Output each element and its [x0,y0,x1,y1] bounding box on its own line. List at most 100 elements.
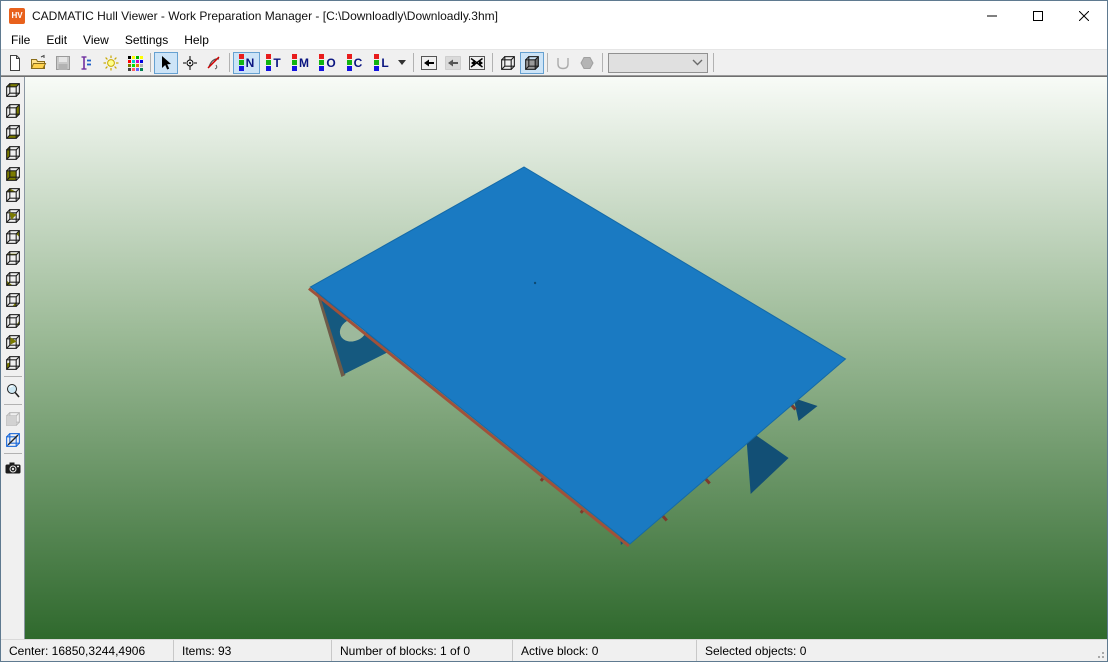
view-cube-bottom-button[interactable] [2,121,24,142]
toolbar-separator [150,53,151,72]
view-cube-right-icon [4,102,22,120]
resize-grip[interactable] [1095,649,1105,659]
combo-chevron-icon [692,59,703,66]
hexagon-icon-disabled [578,54,596,72]
toolbar-separator [602,53,603,72]
view-cube-edge-right-button[interactable] [2,310,24,331]
shaded-mode-side-button[interactable] [2,408,24,429]
stiffener-web [794,398,818,421]
display-l-label: L [381,56,388,70]
app-icon-text: HV [11,11,22,20]
arc-tool-button[interactable] [551,52,575,74]
view-cube-left-bottom-icon [4,354,22,372]
camera-icon [4,459,22,477]
wireframe-mode-button[interactable] [496,52,520,74]
menu-help[interactable]: Help [176,31,217,49]
display-o-button[interactable]: O [314,52,341,74]
previous-view-button[interactable] [417,52,441,74]
open-folder-icon [30,54,48,72]
toolbar: N T M O C L [1,50,1107,76]
display-m-button[interactable]: M [287,52,314,74]
view-cube-left-bottom-button[interactable] [2,352,24,373]
display-o-label: O [326,56,335,70]
view-cube-corner-ne-button[interactable] [2,226,24,247]
view-cube-right-button[interactable] [2,100,24,121]
display-t-label: T [273,56,280,70]
status-bar: Center: 16850,3244,4906 Items: 93 Number… [1,639,1107,661]
view-cube-top-left-icon [4,186,22,204]
zoom-button[interactable] [2,380,24,401]
center-view-button[interactable] [178,52,202,74]
fit-view-button[interactable] [465,52,489,74]
view-cube-iso-2-icon [4,333,22,351]
window-title: CADMATIC Hull Viewer - Work Preparation … [32,9,969,23]
item-tree-icon [78,54,96,72]
minimize-icon [987,11,997,21]
view-cube-corner-sw-button[interactable] [2,268,24,289]
view-cube-iso-button[interactable] [2,205,24,226]
save-file-button[interactable] [51,52,75,74]
magnifier-icon [4,382,22,400]
new-file-button[interactable] [3,52,27,74]
display-n-label: N [246,56,255,70]
display-n-button[interactable]: N [233,52,260,74]
save-disk-icon-disabled [54,54,72,72]
close-button[interactable] [1061,1,1107,30]
view-cube-iso-2-button[interactable] [2,331,24,352]
shaded-mode-button[interactable] [520,52,544,74]
view-cube-left-icon [4,144,22,162]
status-blocks: Number of blocks: 1 of 0 [331,640,512,661]
status-center: Center: 16850,3244,4906 [1,640,173,661]
chevron-down-icon [398,60,407,66]
rgb-stack-icon [347,54,352,71]
view-cube-left-button[interactable] [2,142,24,163]
close-icon [1079,11,1089,21]
sidebar-separator [4,404,22,405]
view-select-combobox[interactable] [608,53,708,73]
viewport-canvas[interactable] [25,77,1107,639]
status-active-block: Active block: 0 [512,640,696,661]
dimmed-left-arrow-icon [444,54,462,72]
display-c-button[interactable]: C [341,52,368,74]
measure-button[interactable] [202,52,226,74]
menu-file[interactable]: File [3,31,38,49]
rgb-stack-icon [266,54,271,71]
viewport-3d[interactable] [25,77,1107,639]
snapshot-button[interactable] [2,457,24,478]
view-cube-top-edge-button[interactable] [2,247,24,268]
view-cube-top-button[interactable] [2,79,24,100]
menu-view[interactable]: View [75,31,117,49]
hull-panel-model[interactable] [309,167,846,546]
select-cursor-button[interactable] [154,52,178,74]
display-m-label: M [299,56,309,70]
display-dropdown-button[interactable] [395,52,410,74]
maximize-icon [1033,11,1043,21]
rgb-stack-icon [239,54,244,71]
color-palette-icon [126,54,144,72]
view-cube-top-edge-icon [4,249,22,267]
wireframe-edit-button[interactable] [2,429,24,450]
view-cube-front-button[interactable] [2,163,24,184]
solid-tool-button[interactable] [575,52,599,74]
color-palette-button[interactable] [123,52,147,74]
view-cube-iso-icon [4,207,22,225]
status-items: Items: 93 [173,640,331,661]
view-cube-top-icon [4,81,22,99]
display-l-button[interactable]: L [368,52,395,74]
view-cube-corner-se-button[interactable] [2,289,24,310]
brightness-button[interactable] [99,52,123,74]
menu-edit[interactable]: Edit [38,31,75,49]
item-tree-button[interactable] [75,52,99,74]
display-t-button[interactable]: T [260,52,287,74]
view-cube-top-left-button[interactable] [2,184,24,205]
measure-angle-icon [205,54,223,72]
previous-view-step-button[interactable] [441,52,465,74]
shaded-cube-icon-disabled [4,410,22,428]
open-file-button[interactable] [27,52,51,74]
toolbar-separator [413,53,414,72]
view-cube-front-icon [4,165,22,183]
plate-mark [534,282,536,284]
minimize-button[interactable] [969,1,1015,30]
menu-settings[interactable]: Settings [117,31,176,49]
maximize-button[interactable] [1015,1,1061,30]
